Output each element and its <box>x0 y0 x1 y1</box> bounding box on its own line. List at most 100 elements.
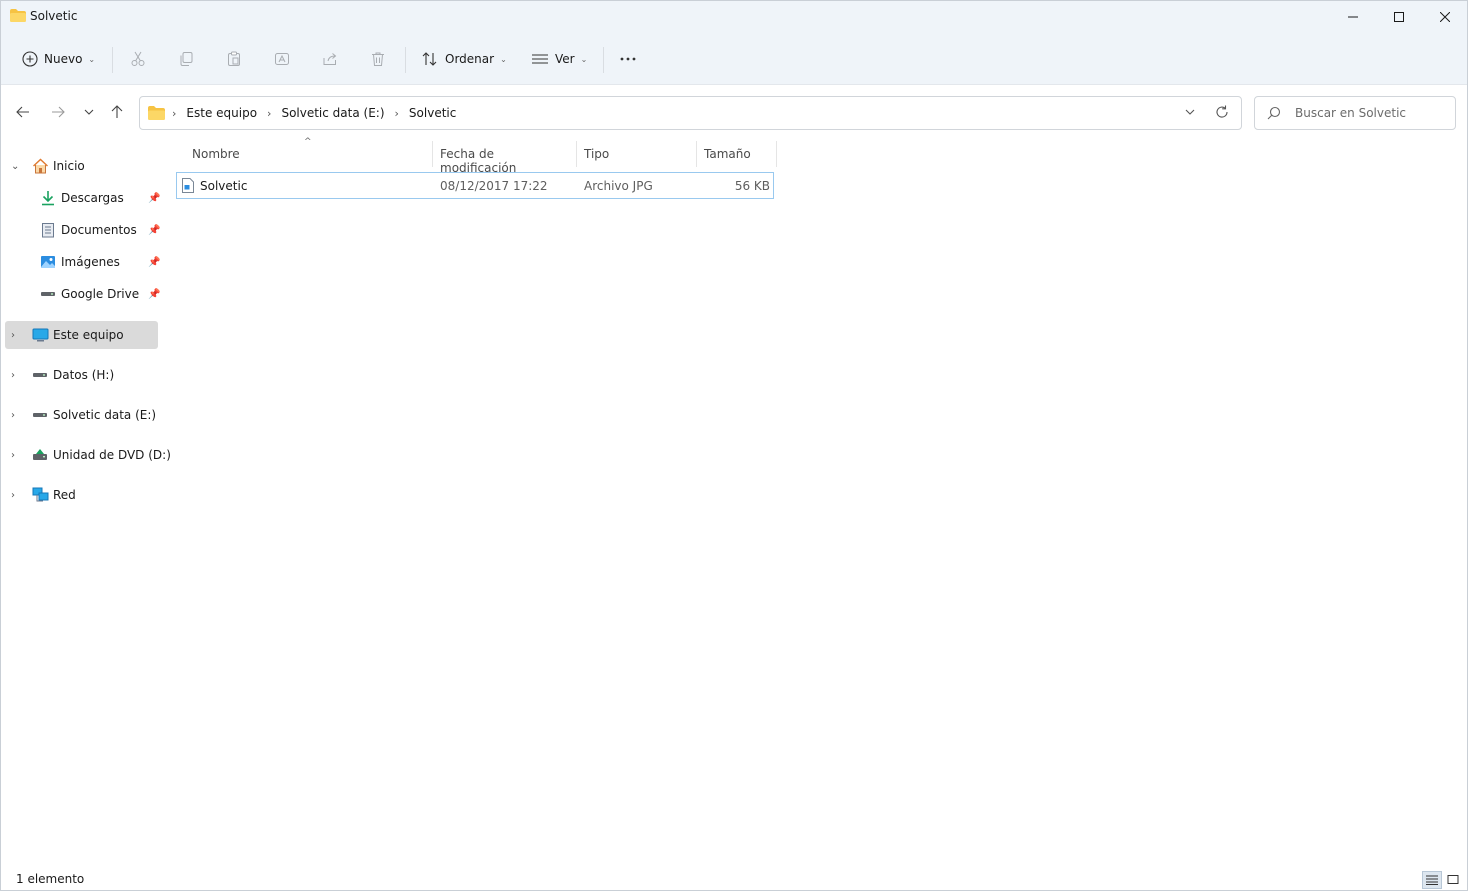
paste-button[interactable] <box>226 45 242 73</box>
breadcrumb-solvetic-data[interactable]: Solvetic data (E:) <box>281 106 384 120</box>
file-modified: 08/12/2017 17:22 <box>440 179 548 193</box>
file-type: Archivo JPG <box>584 179 653 193</box>
documents-icon <box>39 222 57 238</box>
chevron-down-icon <box>84 109 94 115</box>
sidebar-item-label: Este equipo <box>53 328 124 342</box>
details-view-button[interactable] <box>1422 871 1442 889</box>
pictures-icon <box>39 254 57 270</box>
toolbar-divider <box>405 47 406 73</box>
file-size: 56 KB <box>734 179 770 193</box>
sidebar-item-label: Red <box>53 488 76 502</box>
address-bar[interactable]: › Este equipo › Solvetic data (E:) › Sol… <box>139 96 1242 130</box>
chevron-right-icon[interactable]: › <box>11 330 15 341</box>
title-bar: Solvetic <box>1 1 1467 33</box>
sidebar-item-este-equipo[interactable]: › Este equipo <box>5 321 158 349</box>
maximize-button[interactable] <box>1376 1 1422 33</box>
sidebar-item-label: Unidad de DVD (D:) <box>53 448 171 462</box>
sidebar-item-label: Datos (H:) <box>53 368 115 382</box>
sidebar-item-label: Solvetic data (E:) <box>53 408 157 422</box>
drive-icon <box>31 407 49 423</box>
column-header-name[interactable]: Nombre <box>192 147 240 161</box>
pin-icon[interactable]: 📌 <box>148 193 160 204</box>
column-header-type[interactable]: Tipo <box>584 147 609 161</box>
add-icon <box>22 51 38 67</box>
sidebar-item-google-drive[interactable]: Google Drive (G:) 📌 <box>5 280 160 308</box>
chevron-right-icon[interactable]: › <box>395 107 399 120</box>
chevron-down-icon: ⌄ <box>88 54 96 64</box>
address-history-button[interactable] <box>1184 105 1196 122</box>
sidebar-item-imagenes[interactable]: Imágenes 📌 <box>5 248 160 276</box>
cut-icon <box>131 51 145 66</box>
command-bar: Nuevo ⌄ Ordenar ⌄ Ver ⌄ <box>1 33 1467 85</box>
home-icon <box>31 158 49 174</box>
back-button[interactable] <box>10 99 36 125</box>
copy-icon <box>180 52 193 66</box>
toolbar-divider <box>603 47 604 73</box>
sort-icon <box>422 52 437 66</box>
more-options-button[interactable] <box>619 45 637 73</box>
view-label: Ver <box>555 52 575 66</box>
up-button[interactable] <box>104 99 130 125</box>
delete-button[interactable] <box>370 45 386 73</box>
file-name: Solvetic <box>200 179 248 193</box>
download-icon <box>39 190 57 206</box>
pin-icon[interactable]: 📌 <box>148 257 160 268</box>
computer-icon <box>31 327 49 343</box>
sidebar-item-datos-h[interactable]: › Datos (H:) <box>5 361 158 389</box>
new-label: Nuevo <box>44 52 83 66</box>
rename-button[interactable] <box>274 45 290 73</box>
window-title: Solvetic <box>30 9 78 23</box>
maximize-icon <box>1394 12 1404 22</box>
sidebar-item-red[interactable]: › Red <box>5 481 158 509</box>
sidebar-item-inicio[interactable]: ⌄ Inicio <box>5 152 158 180</box>
column-divider[interactable] <box>776 141 777 167</box>
sidebar-item-label: Inicio <box>53 159 85 173</box>
sort-label: Ordenar <box>445 52 495 66</box>
chevron-right-icon[interactable]: › <box>11 490 15 501</box>
view-icon <box>532 54 548 64</box>
breadcrumb-este-equipo[interactable]: Este equipo <box>186 106 257 120</box>
column-header-size[interactable]: Tamaño <box>704 147 751 161</box>
file-row[interactable]: Solvetic 08/12/2017 17:22 Archivo JPG 56… <box>176 172 774 199</box>
chevron-right-icon[interactable]: › <box>11 370 15 381</box>
minimize-icon <box>1348 16 1358 18</box>
pin-icon[interactable]: 📌 <box>148 225 160 236</box>
cut-button[interactable] <box>130 45 146 73</box>
share-button[interactable] <box>322 45 338 73</box>
chevron-right-icon[interactable]: › <box>11 410 15 421</box>
copy-button[interactable] <box>178 45 194 73</box>
sidebar-item-unidad-dvd[interactable]: › Unidad de DVD (D:) <box>5 441 171 469</box>
chevron-down-icon <box>1185 109 1195 115</box>
new-button[interactable]: Nuevo ⌄ <box>22 45 95 73</box>
file-explorer-window: Solvetic Nuevo ⌄ Ordenar ⌄ Ver ⌄ › Este … <box>0 0 1468 891</box>
sidebar-item-descargas[interactable]: Descargas 📌 <box>5 184 160 212</box>
chevron-down-icon[interactable]: ⌄ <box>11 161 19 172</box>
sort-button[interactable]: Ordenar ⌄ <box>421 45 507 73</box>
minimize-button[interactable] <box>1330 1 1376 33</box>
column-divider[interactable] <box>696 141 697 167</box>
forward-button[interactable] <box>45 99 71 125</box>
rename-icon <box>275 53 289 65</box>
sidebar-item-solvetic-data[interactable]: › Solvetic data (E:) <box>5 401 158 429</box>
chevron-right-icon[interactable]: › <box>172 107 176 120</box>
toolbar-divider <box>112 47 113 73</box>
search-box[interactable]: Buscar en Solvetic <box>1254 96 1456 130</box>
folder-icon <box>148 106 165 120</box>
column-divider[interactable] <box>432 141 433 167</box>
chevron-down-icon: ⌄ <box>500 54 507 64</box>
tiles-view-button[interactable] <box>1443 871 1463 889</box>
breadcrumb-solvetic[interactable]: Solvetic <box>409 106 456 120</box>
sidebar-item-documentos[interactable]: Documentos 📌 <box>5 216 160 244</box>
close-button[interactable] <box>1422 1 1468 33</box>
sidebar-item-label: Google Drive (G:) <box>61 287 143 301</box>
refresh-button[interactable] <box>1214 104 1230 123</box>
pin-icon[interactable]: 📌 <box>148 289 160 300</box>
arrow-up-icon <box>111 105 123 118</box>
view-button[interactable]: Ver ⌄ <box>531 45 587 73</box>
chevron-right-icon[interactable]: › <box>11 450 15 461</box>
recent-locations-button[interactable] <box>76 99 102 125</box>
search-input[interactable]: Buscar en Solvetic <box>1295 106 1406 120</box>
column-divider[interactable] <box>576 141 577 167</box>
column-header-modified[interactable]: Fecha de modificación <box>440 147 516 175</box>
chevron-right-icon[interactable]: › <box>267 107 271 120</box>
